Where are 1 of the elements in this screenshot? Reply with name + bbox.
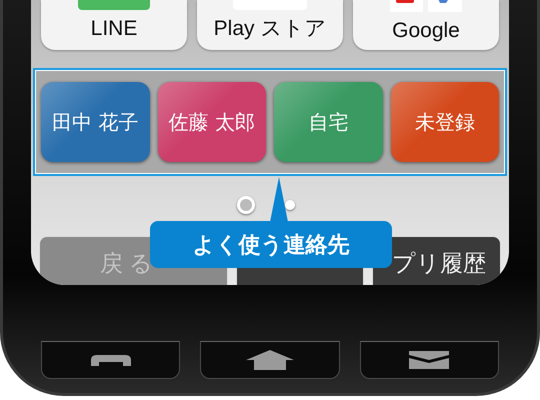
- contacts-tooltip: よく使う連絡先: [150, 221, 392, 268]
